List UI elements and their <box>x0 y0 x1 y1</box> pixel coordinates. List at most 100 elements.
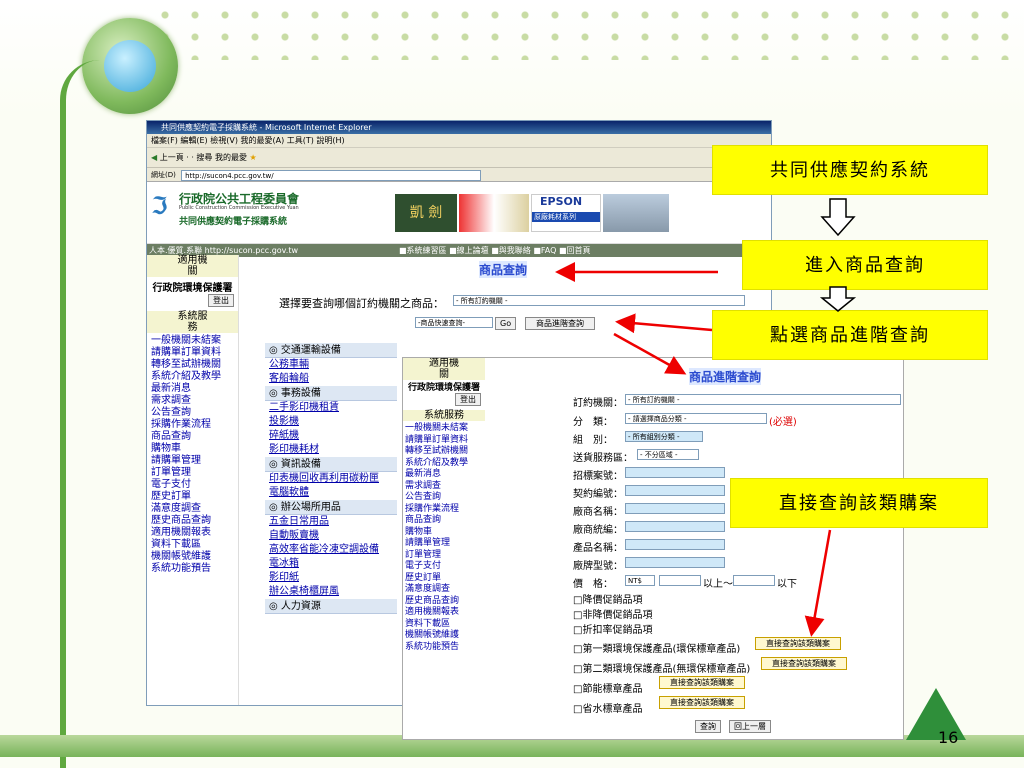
sidebar-link[interactable]: 採購作業流程 <box>151 419 238 431</box>
category-item[interactable]: 印表機回收再利用碳粉匣 <box>265 472 397 486</box>
p2-sidebar-link[interactable]: 歷史商品查詢 <box>405 596 485 608</box>
p2-logout-button[interactable]: 登出 <box>455 393 481 406</box>
p2-sidebar-link[interactable]: 滿意度調查 <box>405 584 485 596</box>
menu-bar[interactable]: 檔案(F) 編輯(E) 檢視(V) 我的最愛(A) 工具(T) 說明(H) <box>147 134 771 148</box>
p2-sidebar-link[interactable]: 購物車 <box>405 527 485 539</box>
nav-faq[interactable]: ■FAQ <box>533 246 556 255</box>
price-max-input[interactable] <box>733 575 775 586</box>
toolbar-label[interactable]: 上一頁 · · 搜尋 我的最愛 <box>160 153 247 162</box>
eco4-direct-button[interactable]: 直接查詢該類購案 <box>659 696 745 709</box>
quick-search-input[interactable]: -商品快速查詢- <box>415 317 493 328</box>
search-button[interactable]: 查詢 <box>695 720 721 733</box>
p2-sidebar-link[interactable]: 公告查詢 <box>405 492 485 504</box>
sidebar-link[interactable]: 適用機關報表 <box>151 527 238 539</box>
nav-practice[interactable]: ■系統練習區 <box>399 246 447 255</box>
eco1-checkbox[interactable]: □第一類環境保護產品(環保標章產品) <box>573 640 740 655</box>
sidebar-link[interactable]: 系統介紹及教學 <box>151 371 238 383</box>
group-select[interactable]: - 所有組別分類 - <box>625 431 703 442</box>
sidebar-link[interactable]: 商品查詢 <box>151 431 238 443</box>
sidebar-link[interactable]: 歷史訂單 <box>151 491 238 503</box>
p2-sidebar-link[interactable]: 歷史訂單 <box>405 573 485 585</box>
p2-sidebar-link[interactable]: 請購單訂單資料 <box>405 435 485 447</box>
p2-sidebar-link[interactable]: 系統介紹及教學 <box>405 458 485 470</box>
ad-epson[interactable]: EPSON 原廠耗材系列 <box>531 194 601 232</box>
currency-select[interactable]: NT$ <box>625 575 655 586</box>
p2-agency-select[interactable]: - 所有訂約機關 - <box>625 394 901 405</box>
sidebar-link[interactable]: 資料下載區 <box>151 539 238 551</box>
category-select[interactable]: - 請選擇商品分類 - <box>625 413 767 424</box>
eco4-checkbox[interactable]: □省水標章產品 <box>573 700 642 715</box>
sidebar-link[interactable]: 最新消息 <box>151 383 238 395</box>
advanced-search-button[interactable]: 商品進階查詢 <box>525 317 595 330</box>
promo-discount-checkbox[interactable]: □降價促銷品項 <box>573 591 642 606</box>
sidebar-link[interactable]: 訂單管理 <box>151 467 238 479</box>
p2-sidebar-link[interactable]: 機關帳號維護 <box>405 630 485 642</box>
nav-home[interactable]: ■回首頁 <box>559 246 591 255</box>
sidebar-link[interactable]: 電子支付 <box>151 479 238 491</box>
category-item[interactable]: 電腦軟體 <box>265 486 397 500</box>
sidebar-link[interactable]: 系統功能預告 <box>151 563 238 575</box>
p2-sidebar-link[interactable]: 適用機關報表 <box>405 607 485 619</box>
p2-sidebar-link[interactable]: 資料下載區 <box>405 619 485 631</box>
logout-button[interactable]: 登出 <box>208 294 234 307</box>
category-item[interactable]: 高效率省能冷凍空調設備 <box>265 543 397 557</box>
favorites-icon[interactable]: ★ <box>250 153 257 162</box>
eco2-direct-button[interactable]: 直接查詢該類購案 <box>761 657 847 670</box>
eco3-direct-button[interactable]: 直接查詢該類購案 <box>659 676 745 689</box>
category-item[interactable]: 電冰箱 <box>265 557 397 571</box>
go-button[interactable]: Go <box>495 317 517 330</box>
vendor-input[interactable] <box>625 503 725 514</box>
brand-input[interactable] <box>625 557 725 568</box>
category-item[interactable]: 投影機 <box>265 415 397 429</box>
ad-kaijian[interactable]: 凱 劍 <box>395 194 457 232</box>
back-icon[interactable]: ◀ <box>151 153 157 162</box>
p2-sidebar-link[interactable]: 採購作業流程 <box>405 504 485 516</box>
product-input[interactable] <box>625 539 725 550</box>
category-item[interactable]: 影印機耗材 <box>265 443 397 457</box>
category-item[interactable]: 客船輪船 <box>265 372 397 386</box>
sidebar-link[interactable]: 購物車 <box>151 443 238 455</box>
p2-sidebar-link[interactable]: 一般機關未結案 <box>405 423 485 435</box>
category-item[interactable]: 公務車輛 <box>265 358 397 372</box>
category-item[interactable]: 辦公桌椅櫃屏風 <box>265 585 397 599</box>
category-item[interactable]: 自動販賣機 <box>265 529 397 543</box>
eco3-checkbox[interactable]: □節能標章產品 <box>573 680 642 695</box>
eco1-direct-button[interactable]: 直接查詢該類購案 <box>755 637 841 650</box>
tender-input[interactable] <box>625 467 725 478</box>
sidebar-link[interactable]: 機關帳號維護 <box>151 551 238 563</box>
category-item[interactable]: 影印紙 <box>265 571 397 585</box>
back-button[interactable]: 回上一層 <box>729 720 771 733</box>
sidebar-link[interactable]: 公告查詢 <box>151 407 238 419</box>
ad-right[interactable] <box>603 194 669 232</box>
p2-sidebar-link[interactable]: 最新消息 <box>405 469 485 481</box>
region-select[interactable]: - 不分區域 - <box>637 449 699 460</box>
agency-select[interactable]: - 所有訂約機關 - <box>453 295 745 306</box>
p2-sidebar-link[interactable]: 訂單管理 <box>405 550 485 562</box>
p2-sidebar-link[interactable]: 商品查詢 <box>405 515 485 527</box>
category-item[interactable]: 二手影印機租賃 <box>265 401 397 415</box>
nav-contact[interactable]: ■與我聯絡 <box>491 246 531 255</box>
address-input[interactable]: http://sucon4.pcc.gov.tw/ <box>181 169 482 181</box>
sidebar-link[interactable]: 歷史商品查詢 <box>151 515 238 527</box>
sidebar-link[interactable]: 請購單管理 <box>151 455 238 467</box>
ad-banner-mid[interactable] <box>459 194 529 232</box>
promo-rate-checkbox[interactable]: □折扣率促銷品項 <box>573 621 652 636</box>
sidebar-link[interactable]: 滿意度調查 <box>151 503 238 515</box>
p2-sidebar-link[interactable]: 電子支付 <box>405 561 485 573</box>
promo-nondiscount-checkbox[interactable]: □非降價促銷品項 <box>573 606 652 621</box>
category-item[interactable]: 碎紙機 <box>265 429 397 443</box>
sidebar-link[interactable]: 轉移至試辦機關 <box>151 359 238 371</box>
p2-sidebar-link[interactable]: 轉移至試辦機關 <box>405 446 485 458</box>
price-min-input[interactable] <box>659 575 701 586</box>
contract-input[interactable] <box>625 485 725 496</box>
eco2-checkbox[interactable]: □第二類環境保護產品(無環保標章產品) <box>573 660 750 675</box>
category-item[interactable]: 五金日常用品 <box>265 515 397 529</box>
sidebar-link[interactable]: 請購單訂單資料 <box>151 347 238 359</box>
nav-forum[interactable]: ■線上論壇 <box>449 246 489 255</box>
vendor-id-input[interactable] <box>625 521 725 532</box>
p2-sidebar-link[interactable]: 需求調查 <box>405 481 485 493</box>
p2-sidebar-link[interactable]: 系統功能預告 <box>405 642 485 654</box>
sidebar-link[interactable]: 需求調查 <box>151 395 238 407</box>
sidebar-link[interactable]: 一般機關未結案 <box>151 335 238 347</box>
p2-sidebar-link[interactable]: 請購單管理 <box>405 538 485 550</box>
